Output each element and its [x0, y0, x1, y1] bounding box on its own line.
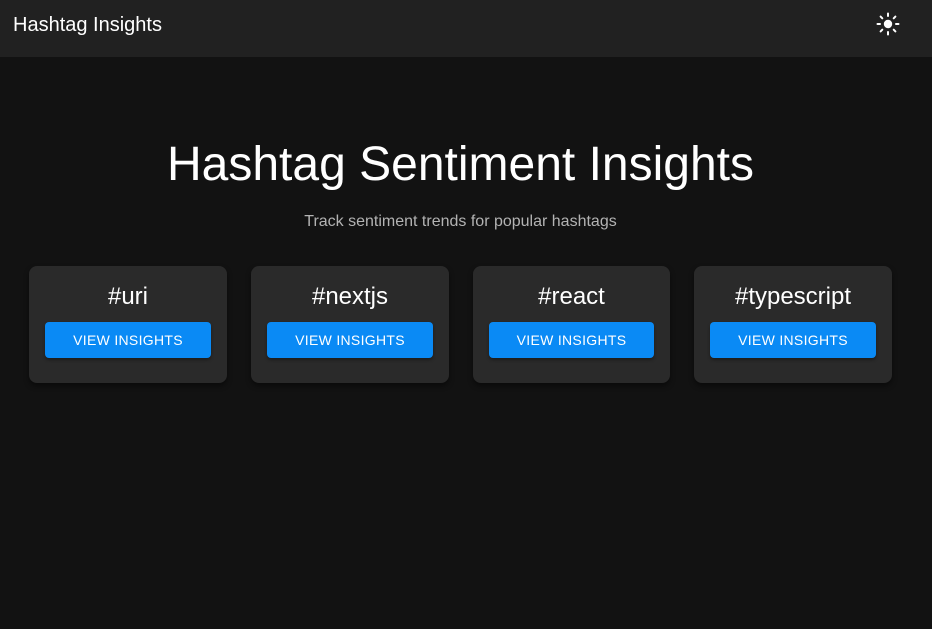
view-insights-button[interactable]: VIEW INSIGHTS	[267, 322, 433, 358]
theme-toggle-button[interactable]	[868, 5, 908, 45]
hashtag-label: #react	[538, 283, 605, 310]
hashtag-card-nextjs: #nextjs VIEW INSIGHTS	[251, 266, 449, 383]
app-title: Hashtag Insights	[13, 14, 162, 36]
hashtag-label: #typescript	[734, 283, 852, 310]
hashtag-card-react: #react VIEW INSIGHTS	[473, 266, 670, 383]
hashtag-card-typescript: #typescript VIEW INSIGHTS	[694, 266, 892, 383]
window-edge	[932, 0, 940, 629]
app-bar: Hashtag Insights	[0, 0, 932, 57]
view-insights-button[interactable]: VIEW INSIGHTS	[489, 322, 654, 358]
view-insights-button[interactable]: VIEW INSIGHTS	[45, 322, 211, 358]
hashtag-label: #uri	[107, 283, 149, 310]
page-title: Hashtag Sentiment Insights	[167, 138, 754, 191]
view-insights-button[interactable]: VIEW INSIGHTS	[710, 322, 876, 358]
hashtag-card-uri: #uri VIEW INSIGHTS	[29, 266, 227, 383]
app-root: Hashtag Insights Hashtag Sentiment Insig…	[0, 0, 932, 629]
page-subtitle: Track sentiment trends for popular hasht…	[304, 213, 617, 230]
hashtag-label: #nextjs	[311, 283, 389, 310]
hashtag-card-list: #uri VIEW INSIGHTS #nextjs VIEW INSIGHTS…	[0, 266, 932, 383]
sun-icon	[876, 12, 900, 39]
